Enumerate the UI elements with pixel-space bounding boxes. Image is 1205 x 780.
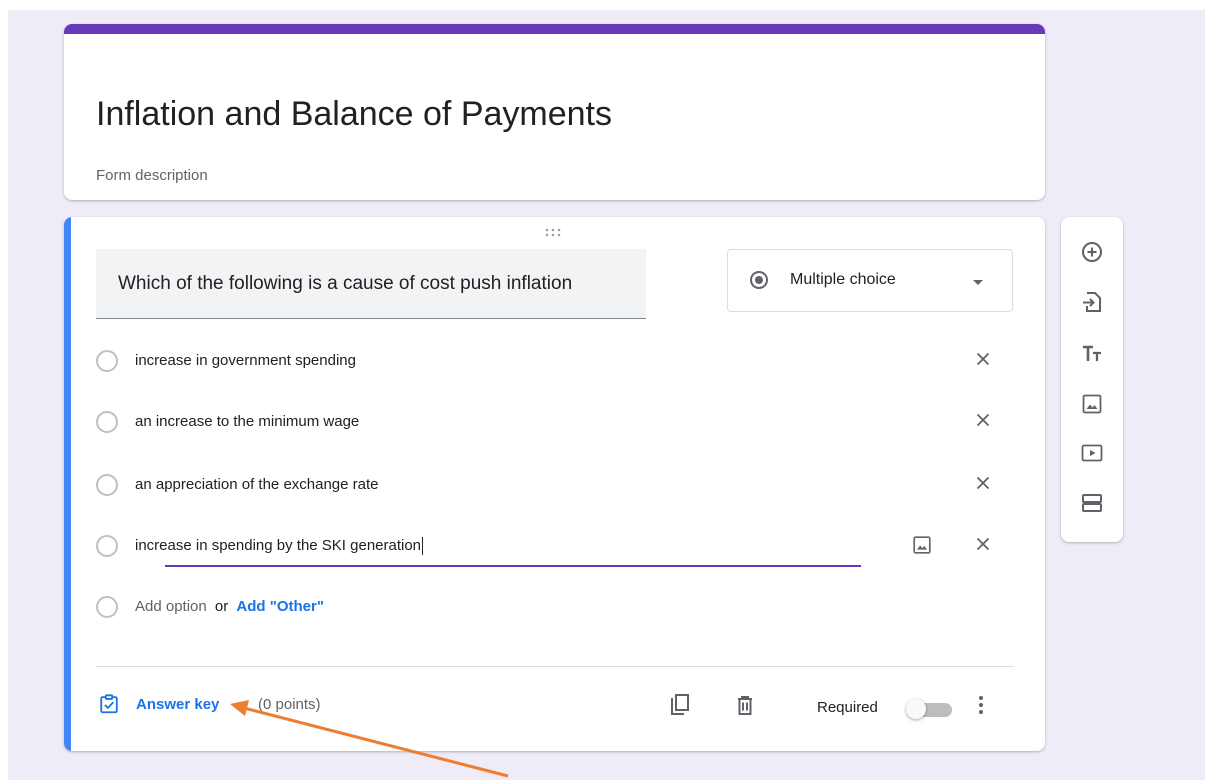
import-questions-icon[interactable] [1080, 290, 1104, 314]
answer-key-button[interactable]: Answer key (0 points) [96, 693, 396, 717]
option-text-value: increase in spending by the SKI generati… [135, 537, 422, 554]
text-cursor [422, 537, 424, 556]
option-focus-underline [165, 565, 861, 567]
add-image-icon[interactable] [911, 534, 933, 556]
option-radio-icon [96, 350, 118, 372]
add-question-icon[interactable] [1080, 240, 1104, 264]
card-footer-divider [96, 666, 1014, 667]
remove-option-icon[interactable] [972, 472, 994, 494]
form-title[interactable]: Inflation and Balance of Payments [96, 94, 612, 134]
answer-key-label: Answer key [136, 696, 220, 713]
option-text[interactable]: an increase to the minimum wage [135, 413, 359, 430]
add-video-icon[interactable] [1080, 441, 1104, 465]
option-radio-icon [96, 535, 118, 557]
active-card-indicator [64, 217, 71, 751]
toggle-knob [906, 699, 926, 719]
add-option-line: Add option or Add "Other" [135, 598, 324, 615]
remove-option-icon[interactable] [972, 348, 994, 370]
points-label: (0 points) [258, 696, 321, 713]
required-label: Required [817, 699, 878, 716]
required-toggle[interactable] [906, 697, 954, 721]
add-image-icon[interactable] [1080, 392, 1104, 416]
add-option-row[interactable]: Add option or Add "Other" [96, 592, 1016, 622]
option-row[interactable]: an appreciation of the exchange rate [96, 470, 1016, 500]
add-option-button[interactable]: Add option [135, 598, 207, 615]
floating-toolbar [1061, 217, 1123, 542]
dropdown-arrow-icon [973, 280, 983, 285]
remove-option-icon[interactable] [972, 533, 994, 555]
add-title-icon[interactable] [1080, 342, 1104, 366]
option-row-active[interactable]: increase in spending by the SKI generati… [96, 531, 1016, 561]
option-radio-icon [96, 474, 118, 496]
delete-icon[interactable] [733, 693, 757, 717]
option-text[interactable]: an appreciation of the exchange rate [135, 476, 379, 493]
duplicate-icon[interactable] [668, 693, 692, 717]
more-options-icon[interactable] [969, 693, 993, 717]
form-description-field[interactable]: Form description [96, 167, 208, 184]
or-label: or [214, 598, 229, 615]
question-type-dropdown[interactable]: Multiple choice [727, 249, 1013, 312]
option-radio-icon [96, 596, 118, 618]
question-input[interactable]: Which of the following is a cause of cos… [96, 249, 646, 319]
theme-accent-bar [64, 24, 1045, 34]
question-card[interactable]: Which of the following is a cause of cos… [64, 217, 1045, 751]
option-row[interactable]: increase in government spending [96, 346, 1016, 376]
radio-button-icon [750, 271, 768, 289]
question-type-label: Multiple choice [790, 271, 896, 288]
question-text: Which of the following is a cause of cos… [118, 273, 573, 294]
option-text-editing[interactable]: increase in spending by the SKI generati… [135, 537, 424, 556]
answer-key-icon [100, 694, 118, 714]
option-text[interactable]: increase in government spending [135, 352, 356, 369]
form-title-card[interactable]: Inflation and Balance of Payments Form d… [64, 24, 1045, 200]
remove-option-icon[interactable] [972, 409, 994, 431]
option-radio-icon [96, 411, 118, 433]
add-section-icon[interactable] [1080, 491, 1104, 515]
option-row[interactable]: an increase to the minimum wage [96, 407, 1016, 437]
drag-handle-icon[interactable] [542, 227, 564, 239]
add-other-button[interactable]: Add "Other" [236, 598, 324, 615]
